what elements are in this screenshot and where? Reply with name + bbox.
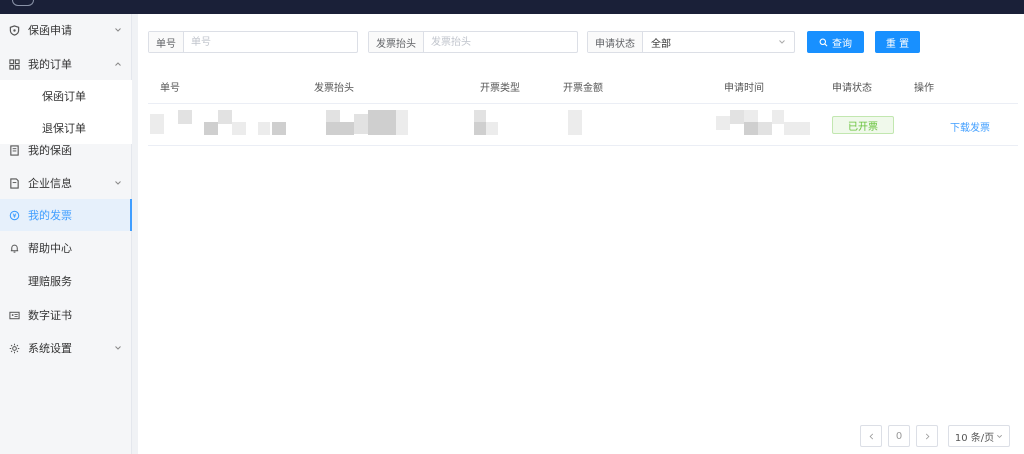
invoice-title-filter: 发票抬头	[368, 31, 578, 53]
status-filter[interactable]: 申请状态 全部	[587, 31, 795, 53]
search-icon	[819, 38, 828, 46]
sidebar-item-label: 企业信息	[28, 177, 72, 190]
gear-icon	[8, 342, 20, 354]
sidebar-item-digital-certificate[interactable]: 数字证书	[0, 299, 132, 331]
invoice-title-label: 发票抬头	[369, 32, 424, 52]
column-header: 单号	[160, 83, 180, 94]
column-header: 发票抬头	[314, 83, 354, 94]
page-size-select[interactable]: 10 条/页	[948, 425, 1010, 447]
sidebar-item-company-info[interactable]: 企业信息	[0, 167, 132, 199]
column-header: 申请时间	[724, 83, 764, 94]
status-label: 申请状态	[588, 32, 643, 52]
page-number[interactable]: 0	[888, 425, 910, 447]
sidebar: 保函申请 我的订单 保函订单 退保订单 我的保函 企业信息 我的发票 帮助中心 …	[0, 14, 132, 454]
chevron-down-icon	[997, 434, 1003, 438]
page-size-value: 10 条/页	[954, 432, 995, 444]
download-invoice-link[interactable]: 下载发票	[950, 119, 990, 134]
sidebar-item-label: 帮助中心	[28, 242, 72, 255]
invoice-icon	[8, 209, 20, 221]
id-card-icon	[8, 309, 20, 321]
sidebar-item-label: 保函申请	[28, 24, 72, 37]
column-header: 开票类型	[480, 83, 520, 94]
invoice-title-input[interactable]	[424, 32, 577, 52]
sidebar-item-help-center[interactable]: 帮助中心	[0, 232, 132, 264]
order-no-filter: 单号	[148, 31, 358, 53]
document-icon	[8, 144, 20, 156]
reset-button-label: 重 置	[885, 38, 910, 50]
sidebar-item-my-orders[interactable]: 我的订单	[0, 48, 132, 80]
chevron-down-icon	[114, 26, 122, 34]
chevron-down-icon	[114, 344, 122, 352]
sidebar-item-label: 我的保函	[28, 144, 72, 157]
chevron-up-icon	[114, 60, 122, 68]
chevron-down-icon	[114, 179, 122, 187]
sidebar-subitem-guarantee-orders[interactable]: 保函订单	[0, 80, 132, 112]
sidebar-item-label: 我的发票	[28, 209, 72, 222]
table-row: 已开票 下载发票	[148, 104, 1018, 146]
logo	[12, 0, 34, 6]
search-button-label: 查询	[832, 38, 852, 50]
bell-icon	[8, 242, 20, 254]
sidebar-item-my-guarantees[interactable]: 我的保函	[0, 134, 132, 166]
sidebar-item-label: 数字证书	[28, 309, 72, 322]
reset-button[interactable]: 重 置	[875, 31, 920, 53]
table-header: 单号 发票抬头 开票类型 开票金额 申请时间 申请状态 操作	[148, 66, 1018, 104]
grid-icon	[8, 58, 20, 70]
prev-page-button[interactable]	[860, 425, 882, 447]
chevron-left-icon	[869, 433, 873, 439]
column-header: 操作	[914, 83, 934, 94]
sidebar-item-guarantee-apply[interactable]: 保函申请	[0, 14, 132, 46]
shield-icon	[8, 24, 20, 36]
sidebar-item-label: 系统设置	[28, 342, 72, 355]
sidebar-item-claims-service[interactable]: 理赔服务	[0, 265, 132, 297]
column-header: 开票金额	[563, 83, 603, 94]
top-bar	[0, 0, 1024, 14]
sidebar-item-system-settings[interactable]: 系统设置	[0, 332, 132, 364]
sidebar-item-label: 我的订单	[28, 58, 72, 71]
sidebar-item-my-invoices[interactable]: 我的发票	[0, 199, 132, 231]
chevron-right-icon	[925, 433, 929, 439]
chevron-down-icon[interactable]	[778, 38, 786, 46]
main-content: 单号 发票抬头 申请状态 全部 查询 重 置 单号 发票抬头 开票类型 开票金额…	[138, 14, 1024, 454]
file-icon	[8, 177, 20, 189]
order-no-label: 单号	[149, 32, 184, 52]
next-page-button[interactable]	[916, 425, 938, 447]
sidebar-item-label: 保函订单	[42, 90, 86, 103]
status-badge: 已开票	[832, 116, 894, 134]
status-select-value[interactable]: 全部	[643, 35, 778, 50]
sidebar-item-label: 理赔服务	[28, 275, 72, 288]
order-no-input[interactable]	[184, 32, 357, 52]
search-button[interactable]: 查询	[807, 31, 864, 53]
column-header: 申请状态	[832, 83, 872, 94]
